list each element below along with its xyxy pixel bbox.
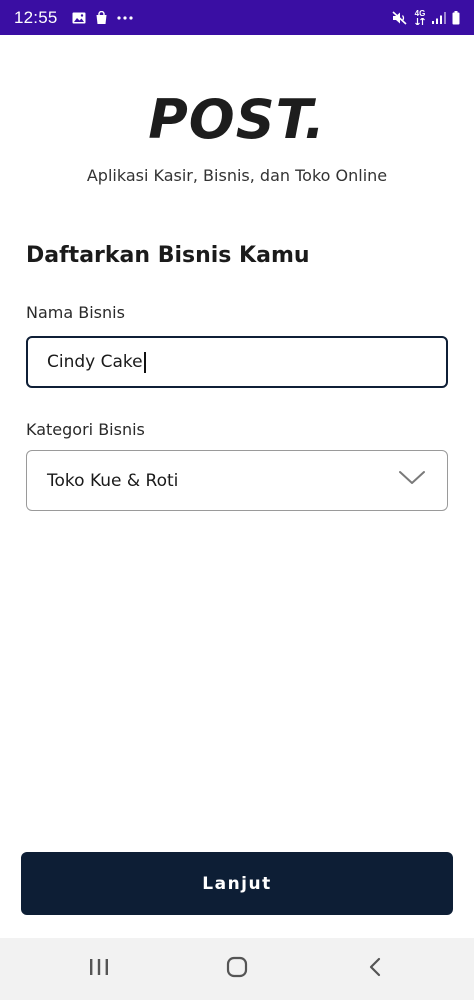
status-right-icons: 4G <box>392 10 460 25</box>
business-name-input[interactable]: Cindy Cake <box>26 336 448 388</box>
more-icon <box>116 15 133 20</box>
network-label: 4G <box>414 9 426 18</box>
business-category-value: Toko Kue & Roti <box>47 470 179 491</box>
back-button[interactable] <box>345 947 405 991</box>
next-button[interactable]: Lanjut <box>21 852 453 915</box>
home-icon <box>226 956 248 982</box>
home-button[interactable] <box>207 947 267 991</box>
app-logo: POST. <box>148 88 326 151</box>
image-icon <box>72 12 86 24</box>
navigation-bar <box>0 938 474 1000</box>
app-tagline: Aplikasi Kasir, Bisnis, dan Toko Online <box>86 166 388 185</box>
chevron-down-icon <box>399 470 425 491</box>
business-name-value: Cindy Cake <box>47 352 143 372</box>
battery-icon <box>452 10 460 25</box>
business-category-label: Kategori Bisnis <box>26 420 145 439</box>
recent-apps-icon <box>89 958 109 980</box>
business-category-select[interactable]: Toko Kue & Roti <box>26 450 448 511</box>
status-time: 12:55 <box>14 7 58 27</box>
bag-icon <box>95 10 108 25</box>
business-name-label: Nama Bisnis <box>26 303 125 322</box>
recent-apps-button[interactable] <box>69 947 129 991</box>
form-title: Daftarkan Bisnis Kamu <box>26 243 310 268</box>
registration-screen: 12:55 4G POST. Aplikasi Kasir, Bisnis, d… <box>0 0 474 1000</box>
back-icon <box>368 957 382 981</box>
signal-icon <box>432 11 446 24</box>
text-caret <box>143 351 146 373</box>
status-left-icons <box>72 10 133 25</box>
mute-icon <box>392 10 408 25</box>
network-icon: 4G <box>414 10 426 25</box>
status-bar: 12:55 4G <box>0 0 474 35</box>
